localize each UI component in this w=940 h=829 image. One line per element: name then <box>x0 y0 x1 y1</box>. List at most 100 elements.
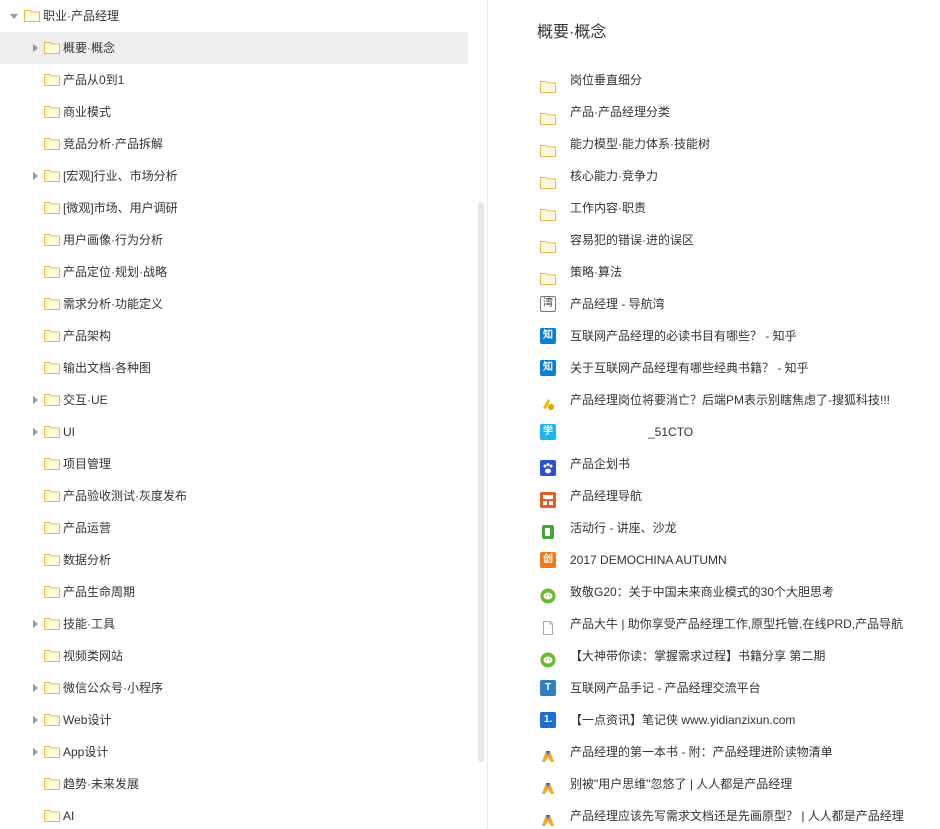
content-item-label: 活动行 - 讲座、沙龙 <box>570 521 677 535</box>
content-item[interactable]: 产品·产品经理分类 <box>488 96 940 128</box>
tree-item[interactable]: 产品定位·规划·战略 <box>0 256 476 288</box>
tree-item[interactable]: 技能·工具 <box>0 608 476 640</box>
content-item-label: 工作内容·职责 <box>570 201 646 215</box>
content-item[interactable]: 产品大牛 | 助你享受产品经理工作,原型托管,在线PRD,产品导航 <box>488 608 940 640</box>
folder-icon <box>44 297 60 310</box>
chevron-right-icon[interactable] <box>31 736 41 768</box>
content-item[interactable]: 学 _51CTO <box>488 416 940 448</box>
content-item-label: 岗位垂直细分 <box>570 73 643 87</box>
content-item[interactable]: 核心能力·竞争力 <box>488 160 940 192</box>
content-item[interactable]: 创 2017 DEMOCHINA AUTUMN <box>488 544 940 576</box>
tree-item-label: 趋势·未来发展 <box>63 777 139 791</box>
content-item[interactable]: 能力模型·能力体系·技能树 <box>488 128 940 160</box>
folder-icon <box>44 137 60 150</box>
content-item-label: 产品企划书 <box>570 457 631 471</box>
tree-item[interactable]: App设计 <box>0 736 476 768</box>
folder-icon <box>44 649 60 662</box>
tree-item[interactable]: 交互·UE <box>0 384 476 416</box>
tree-item-label: [微观]市场、用户调研 <box>63 201 178 215</box>
tree-item[interactable]: [微观]市场、用户调研 <box>0 192 476 224</box>
tree-item[interactable]: 产品验收测试·灰度发布 <box>0 480 476 512</box>
tree-children: 概要·概念 产品从0到1 商业模式竞品分析·产品拆解 [宏观]行业、市场分析 [微观]市… <box>0 32 476 829</box>
tree-item-label: 技能·工具 <box>63 617 115 631</box>
chevron-right-icon[interactable] <box>31 384 41 416</box>
folder-icon <box>540 200 556 221</box>
tree-item[interactable]: 概要·概念 <box>0 32 468 64</box>
content-panel: 概要·概念 岗位垂直细分 产品·产品经理分类 能力模型·能力体系·技能树 核心能力·竞… <box>488 0 940 829</box>
baidu-paw-icon <box>540 456 556 476</box>
tree-item-label: 视频类网站 <box>63 649 124 663</box>
tree-item-label: 商业模式 <box>63 105 112 119</box>
tree-item[interactable]: 产品从0到1 <box>0 64 476 96</box>
content-item[interactable]: 产品经理应该先写需求文档还是先画原型？ | 人人都是产品经理 <box>488 800 940 829</box>
content-item-label: 产品经理岗位将要消亡？后端PM表示别瞎焦虑了-搜狐科技!!! <box>570 393 891 407</box>
folder-icon <box>44 681 60 694</box>
content-item[interactable]: 产品企划书 <box>488 448 940 480</box>
chevron-right-icon[interactable] <box>31 672 41 704</box>
tree-item-label: App设计 <box>63 745 109 759</box>
content-item[interactable]: 【大神带你读：掌握需求过程】书籍分享 第二期 <box>488 640 940 672</box>
chevron-right-icon[interactable] <box>31 160 41 192</box>
tree-item[interactable]: AI <box>0 800 476 829</box>
tree-item[interactable]: 需求分析·功能定义 <box>0 288 476 320</box>
tree-item[interactable]: 视频类网站 <box>0 640 476 672</box>
tree-root-label: 职业·产品经理 <box>43 9 119 23</box>
content-item[interactable]: 产品经理的第一本书 - 附：产品经理进阶读物清单 <box>488 736 940 768</box>
tree-item[interactable]: 竞品分析·产品拆解 <box>0 128 476 160</box>
tree-item[interactable]: UI <box>0 416 476 448</box>
chevron-right-icon[interactable] <box>31 608 41 640</box>
content-item[interactable]: 活动行 - 讲座、沙龙 <box>488 512 940 544</box>
content-item[interactable]: 知互联网产品经理的必读书目有哪些？ - 知乎 <box>488 320 940 352</box>
t-logo-icon: T <box>540 680 556 696</box>
tree-item-label: 数据分析 <box>63 553 112 567</box>
tree-item[interactable]: 产品生命周期 <box>0 576 476 608</box>
content-item-label: 产品经理应该先写需求文档还是先画原型？ | 人人都是产品经理 <box>570 809 904 823</box>
content-item[interactable]: 致敬G20：关于中国未来商业模式的30个大胆思考 <box>488 576 940 608</box>
content-item[interactable]: 岗位垂直细分 <box>488 64 940 96</box>
wechat-icon <box>540 648 556 668</box>
tree-item[interactable]: 微信公众号·小程序 <box>0 672 476 704</box>
tree-root-item[interactable]: 职业·产品经理 <box>0 0 476 32</box>
content-item[interactable]: 产品经理岗位将要消亡？后端PM表示别瞎焦虑了-搜狐科技!!! <box>488 384 940 416</box>
tree-item[interactable]: 数据分析 <box>0 544 476 576</box>
folder-icon <box>24 9 40 22</box>
content-item[interactable]: 策略·算法 <box>488 256 940 288</box>
tree-item[interactable]: 趋势·未来发展 <box>0 768 476 800</box>
tree-item[interactable]: 用户画像·行为分析 <box>0 224 476 256</box>
folder-tree-panel: 职业·产品经理 概要·概念 产品从0到1 商业模式竞品分析·产品拆解 [宏观]行业、市… <box>0 0 476 829</box>
tree-item[interactable]: Web设计 <box>0 704 476 736</box>
scrollbar-thumb[interactable] <box>478 202 484 762</box>
content-item[interactable]: T 互联网产品手记 - 产品经理交流平台 <box>488 672 940 704</box>
folder-icon <box>540 168 556 189</box>
zhihu-icon: 知 <box>540 360 556 376</box>
tree-item[interactable]: 产品架构 <box>0 320 476 352</box>
content-item[interactable]: 工作内容·职责 <box>488 192 940 224</box>
content-item[interactable]: 知关于互联网产品经理有哪些经典书籍？ - 知乎 <box>488 352 940 384</box>
folder-icon <box>44 553 60 566</box>
folder-icon <box>540 264 556 285</box>
content-item-label: 核心能力·竞争力 <box>570 169 658 183</box>
folder-icon <box>540 104 556 125</box>
tree-item[interactable]: 输出文档·各种图 <box>0 352 476 384</box>
chevron-right-icon[interactable] <box>31 32 41 64</box>
chevron-down-icon[interactable] <box>10 0 20 32</box>
content-item[interactable]: 湾产品经理 - 导航湾 <box>488 288 940 320</box>
content-item[interactable]: 1. 【一点资讯】笔记侠 www.yidianzixun.com <box>488 704 940 736</box>
content-item-label: 致敬G20：关于中国未来商业模式的30个大胆思考 <box>570 585 835 599</box>
tree-item-label: 产品生命周期 <box>63 585 136 599</box>
chevron-right-icon[interactable] <box>31 704 41 736</box>
tree-item[interactable]: 产品运营 <box>0 512 476 544</box>
tree-item[interactable]: [宏观]行业、市场分析 <box>0 160 476 192</box>
content-item-label: 别被"用户思维"忽悠了 | 人人都是产品经理 <box>570 777 793 791</box>
tree-item[interactable]: 项目管理 <box>0 448 476 480</box>
tree-item[interactable]: 商业模式 <box>0 96 476 128</box>
content-item[interactable]: 产品经理导航 <box>488 480 940 512</box>
content-item-label: 【大神带你读：掌握需求过程】书籍分享 第二期 <box>570 649 826 663</box>
content-item[interactable]: 容易犯的错误·进的误区 <box>488 224 940 256</box>
content-item-label: 互联网产品手记 - 产品经理交流平台 <box>570 681 761 695</box>
chevron-right-icon[interactable] <box>31 416 41 448</box>
folder-icon <box>540 136 556 157</box>
content-list: 岗位垂直细分产品·产品经理分类 能力模型·能力体系·技能树核心能力·竞争力 工作内容… <box>488 64 940 829</box>
content-item[interactable]: 别被"用户思维"忽悠了 | 人人都是产品经理 <box>488 768 940 800</box>
folder-icon <box>44 489 60 502</box>
